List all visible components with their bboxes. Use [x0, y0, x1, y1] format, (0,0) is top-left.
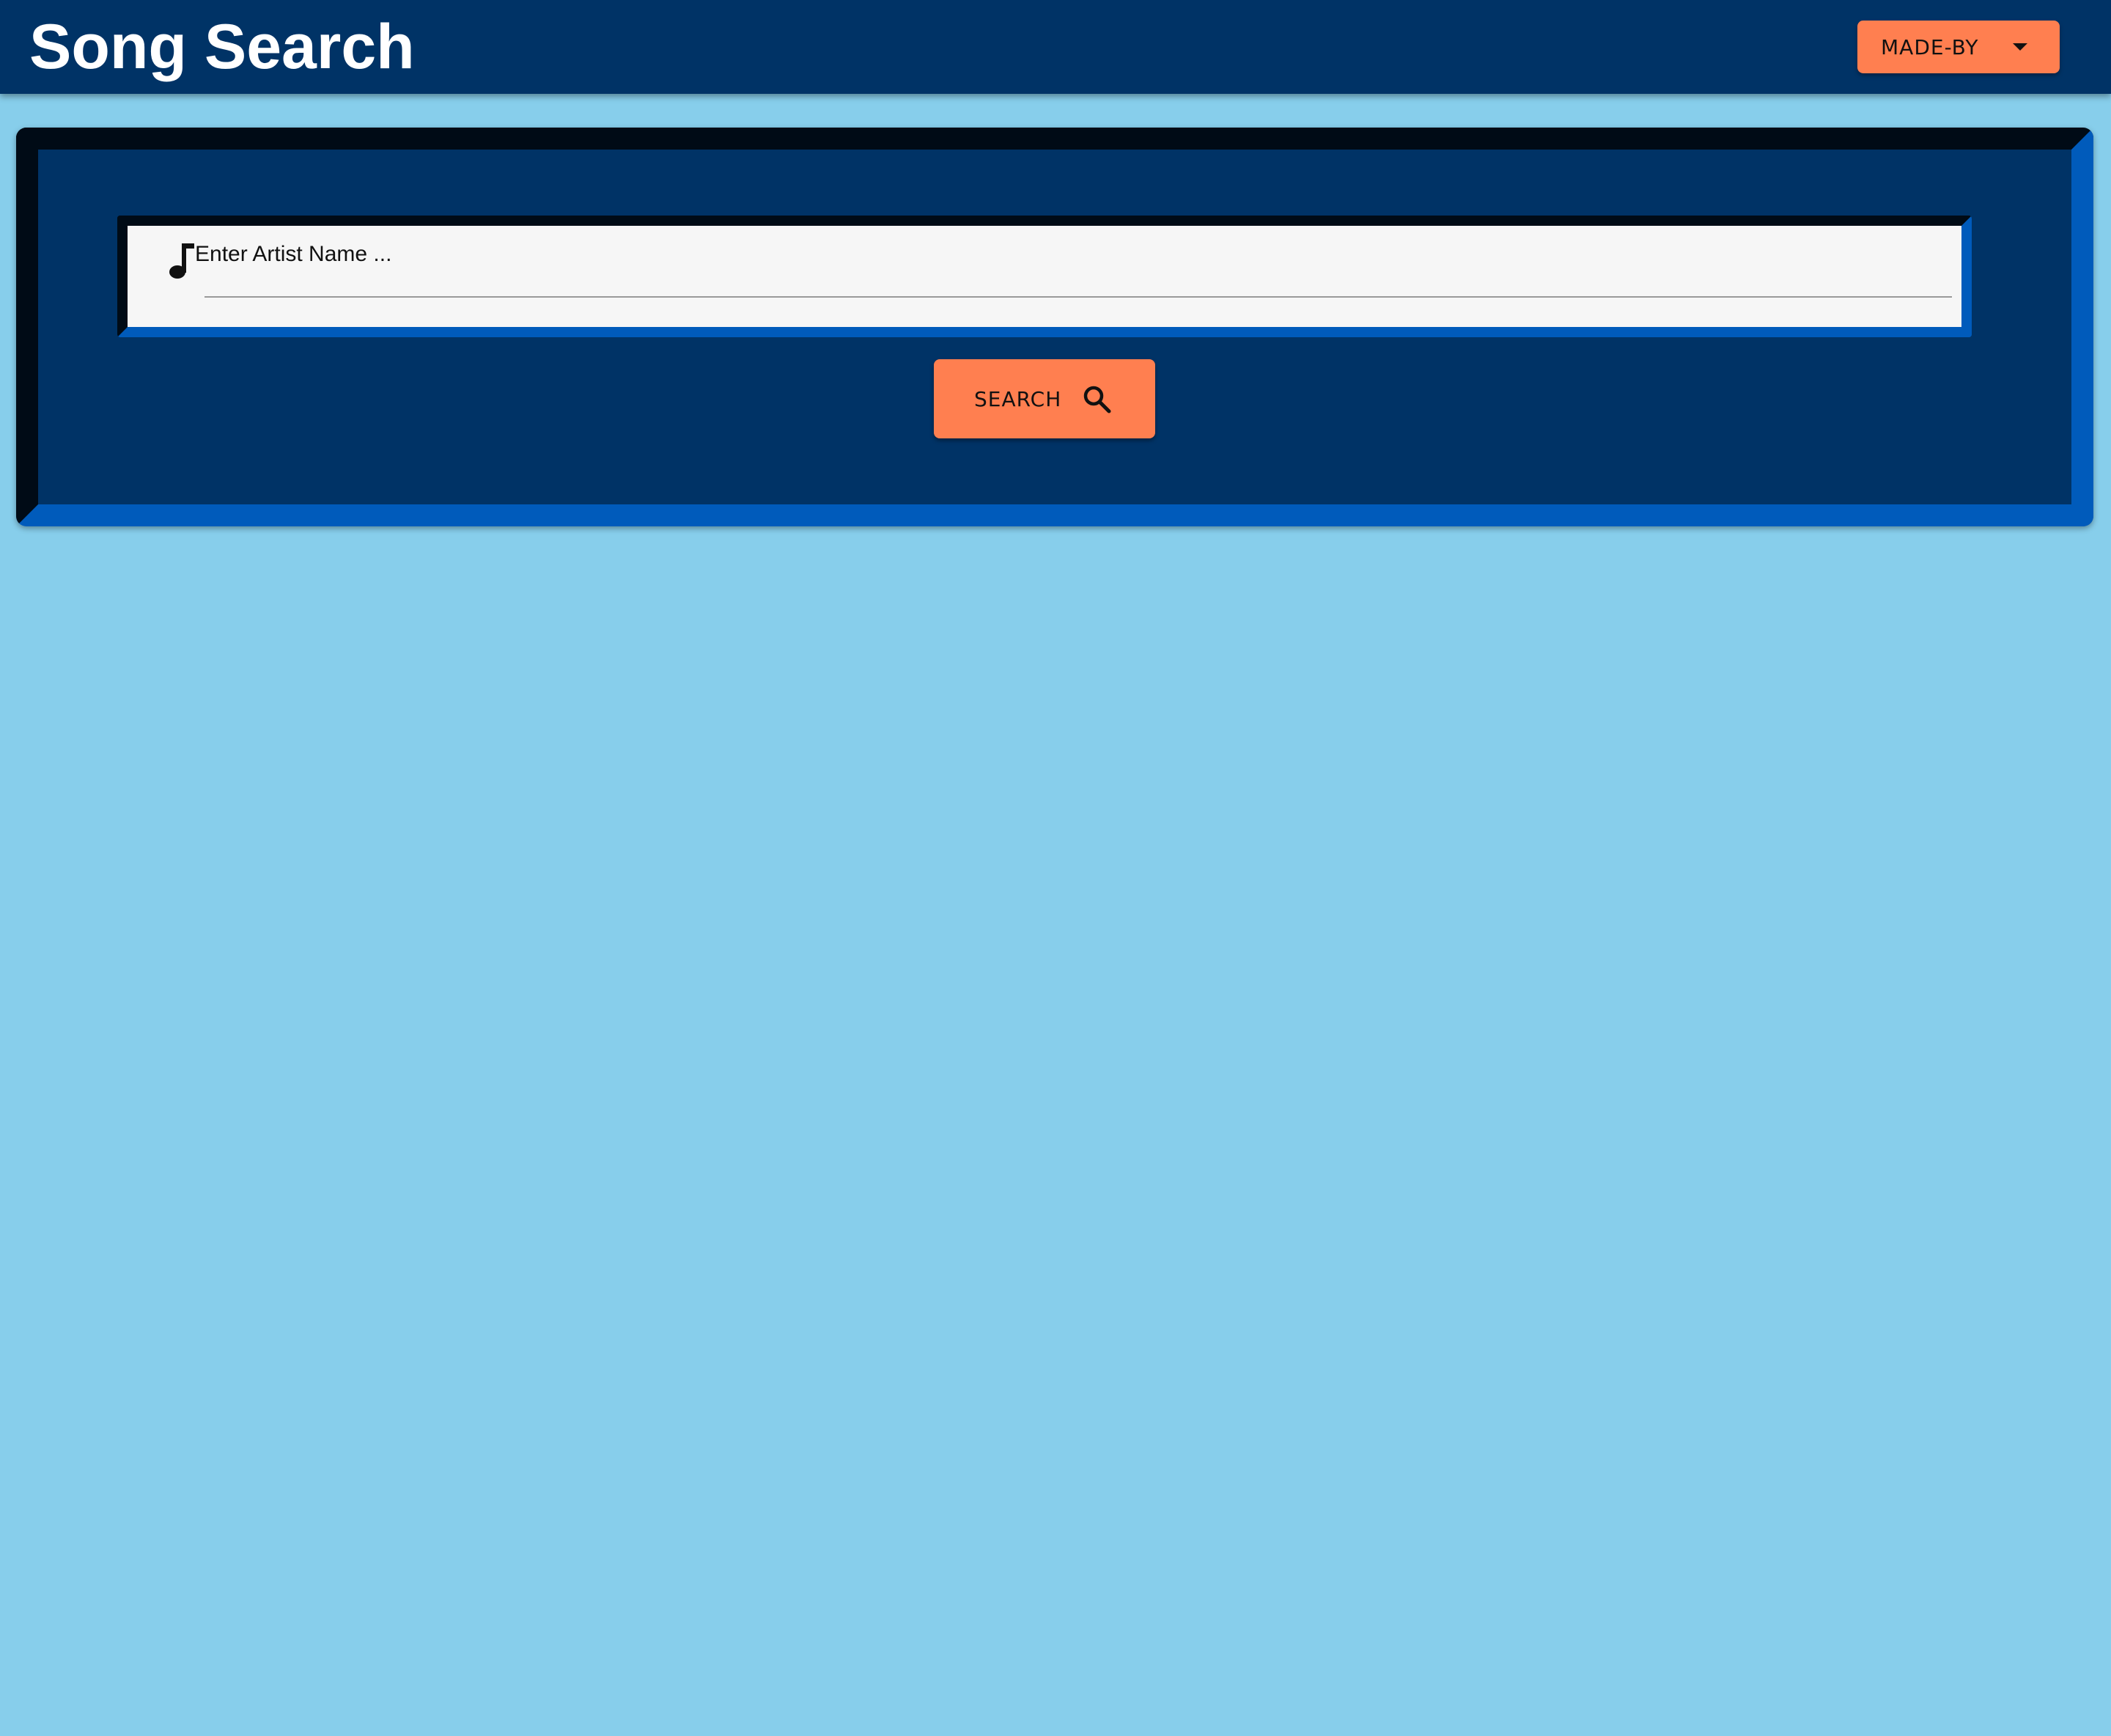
search-icon — [1083, 386, 1111, 413]
made-by-label: MADE-BY — [1881, 34, 1979, 59]
artist-search-field[interactable] — [117, 216, 1972, 337]
input-underline — [205, 296, 1952, 298]
app-title: Song Search — [29, 12, 415, 82]
search-button[interactable]: SEARCH — [934, 359, 1155, 438]
app-bar: Song Search MADE-BY — [0, 0, 2111, 94]
music-note-icon — [169, 243, 194, 279]
made-by-dropdown-button[interactable]: MADE-BY — [1857, 21, 2060, 73]
search-button-label: SEARCH — [974, 387, 1062, 411]
caret-down-icon — [2013, 43, 2027, 51]
artist-name-input[interactable] — [195, 236, 1954, 273]
